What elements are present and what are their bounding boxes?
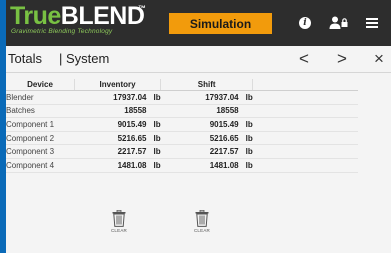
shift-unit: lb [245, 119, 253, 129]
table-row: Batches 18558 18558 [6, 104, 358, 119]
device-cell: Blender [6, 90, 75, 105]
shift-unit: lb [245, 160, 253, 170]
column-header-shift: Shift [160, 79, 253, 91]
table-row: Blender 17937.04 lb 17937.04 lb [6, 90, 358, 105]
inventory-unit: lb [153, 147, 161, 157]
shift-cell: 17937.04 lb [160, 90, 253, 105]
info-button[interactable]: i [294, 12, 316, 34]
logo-true-text: True [10, 2, 61, 30]
totals-table: Device Inventory Shift Blender 17937.04 lb… [6, 79, 358, 173]
trash-icon [195, 210, 209, 227]
empty-cell [252, 144, 358, 159]
shift-unit: lb [245, 133, 253, 143]
table-row: Component 2 5216.65 lb 5216.65 lb [6, 131, 358, 146]
inventory-cell: 18558 [74, 104, 161, 119]
shift-cell: 1481.08 lb [160, 158, 253, 173]
empty-cell [252, 158, 358, 173]
previous-page-button[interactable]: < [293, 49, 315, 69]
inventory-cell: 9015.49 lb [74, 117, 161, 132]
shift-cell: 18558 [160, 104, 253, 119]
inventory-cell: 1481.08 lb [74, 158, 161, 173]
shift-value: 18558 [216, 106, 239, 116]
column-header-inventory: Inventory [73, 79, 161, 91]
shift-cell: 2217.57 lb [160, 144, 253, 159]
shift-unit [239, 106, 246, 115]
device-cell: Component 1 [6, 117, 75, 132]
chevron-right-icon: > [337, 49, 347, 68]
shift-value: 17937.04 [205, 92, 239, 102]
inventory-unit: lb [153, 160, 161, 170]
device-cell: Component 2 [6, 131, 75, 146]
next-page-button[interactable]: > [331, 49, 353, 69]
inventory-value: 5216.65 [117, 133, 147, 143]
user-login-button[interactable] [324, 12, 354, 34]
view-title: | System [58, 51, 110, 66]
shift-value: 9015.49 [209, 119, 239, 129]
logo-subtitle: Gravimetric Blending Technology [11, 28, 113, 35]
empty-cell [252, 117, 358, 132]
shift-unit: lb [245, 147, 253, 157]
logo-trademark: ™ [138, 4, 146, 13]
device-cell: Component 4 [6, 158, 75, 173]
close-button[interactable]: × [368, 49, 390, 69]
shift-cell: 5216.65 lb [160, 131, 253, 146]
section-title: Totals [8, 51, 42, 66]
page-title: Totals | System [8, 51, 109, 66]
inventory-cell: 5216.65 lb [74, 131, 161, 146]
inventory-value: 1481.08 [117, 160, 147, 170]
trash-icon [112, 210, 126, 227]
device-cell: Component 3 [6, 144, 75, 159]
logo-blend-text: BLEND [60, 2, 145, 30]
close-icon: × [374, 49, 384, 68]
simulation-button[interactable]: Simulation [169, 13, 272, 34]
inventory-unit: lb [153, 119, 161, 129]
shift-value: 5216.65 [209, 133, 239, 143]
clear-inventory-label: CLEAR [110, 228, 127, 233]
table-row: Component 1 9015.49 lb 9015.49 lb [6, 117, 358, 132]
empty-cell [252, 131, 358, 146]
table-header-row: Device Inventory Shift [6, 79, 358, 91]
shift-value: 1481.08 [209, 160, 239, 170]
trueblend-logo: TrueBLEND ™ Gravimetric Blending Technol… [10, 2, 160, 42]
info-icon: i [299, 17, 311, 29]
hamburger-menu-button[interactable] [360, 12, 384, 34]
shift-value: 2217.57 [209, 147, 239, 157]
clear-shift-label: CLEAR [193, 228, 210, 233]
inventory-unit: lb [153, 133, 161, 143]
chevron-left-icon: < [299, 49, 309, 68]
table-row: Component 3 2217.57 lb 2217.57 lb [6, 144, 358, 159]
user-lock-icon [329, 16, 348, 29]
inventory-unit [147, 106, 154, 115]
shift-cell: 9015.49 lb [160, 117, 253, 132]
empty-cell [252, 90, 358, 105]
column-header-empty [252, 79, 358, 91]
shift-unit: lb [245, 92, 253, 102]
inventory-cell: 17937.04 lb [74, 90, 161, 105]
logo-wordmark: TrueBLEND [10, 2, 145, 30]
table-row: Component 4 1481.08 lb 1481.08 lb [6, 158, 358, 173]
empty-cell [252, 104, 358, 119]
inventory-value: 9015.49 [117, 119, 147, 129]
clear-shift-button[interactable]: CLEAR [187, 210, 217, 238]
column-header-device: Device [6, 79, 75, 91]
inventory-value: 17937.04 [113, 92, 147, 102]
inventory-value: 2217.57 [117, 147, 147, 157]
top-header-bar: TrueBLEND ™ Gravimetric Blending Technol… [6, 0, 391, 46]
inventory-value: 18558 [124, 106, 147, 116]
inventory-unit: lb [153, 92, 161, 102]
device-cell: Batches [6, 104, 75, 119]
inventory-cell: 2217.57 lb [74, 144, 161, 159]
hamburger-menu-icon [366, 16, 378, 30]
clear-inventory-button[interactable]: CLEAR [104, 210, 134, 238]
page-title-bar: Totals | System < > × [6, 46, 391, 73]
